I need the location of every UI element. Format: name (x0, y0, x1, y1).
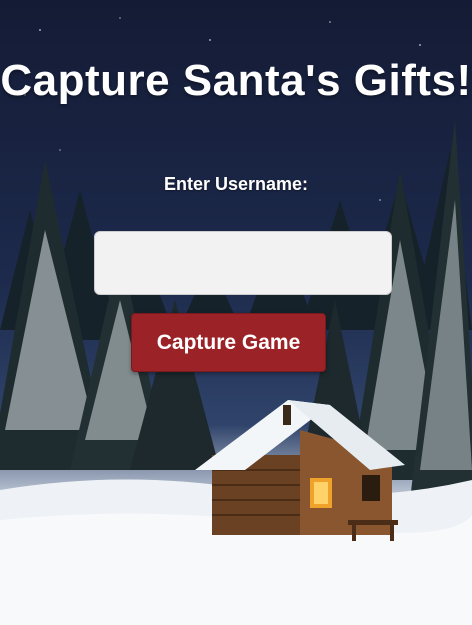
page-title: Capture Santa's Gifts! (0, 56, 472, 105)
username-input[interactable] (94, 231, 392, 295)
username-label: Enter Username: (163, 174, 309, 194)
capture-game-button[interactable]: Capture Game (131, 313, 326, 372)
